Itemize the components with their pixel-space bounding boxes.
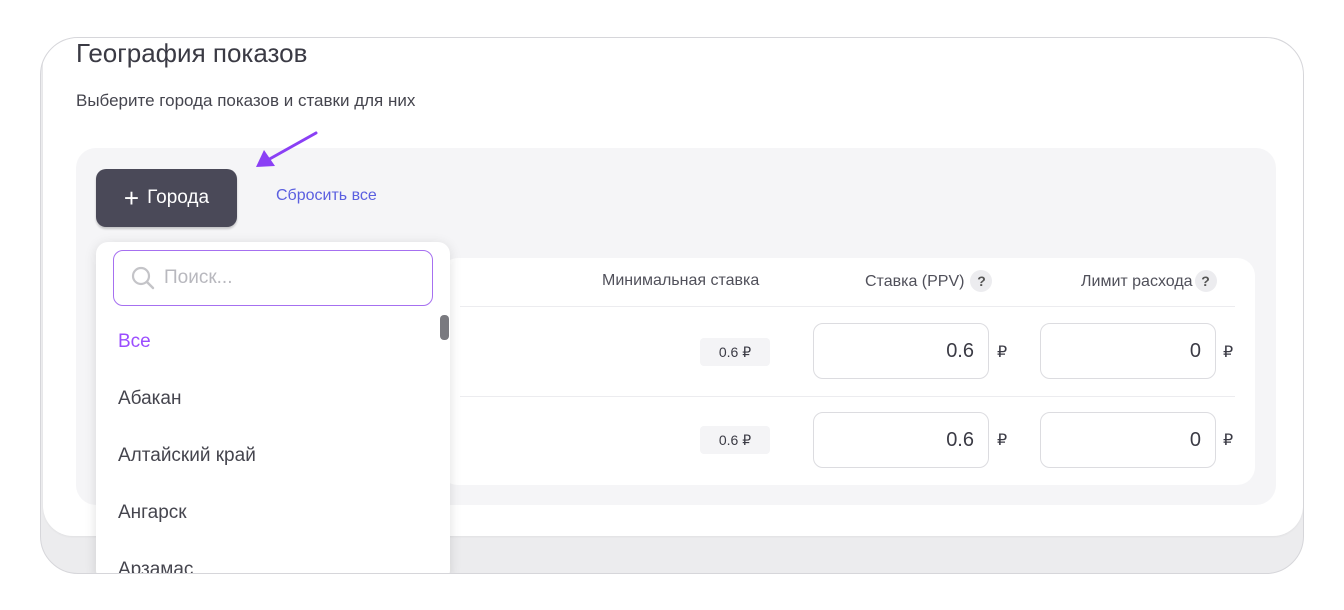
divider <box>460 306 1235 307</box>
column-limit-label: Лимит расхода <box>1081 273 1193 290</box>
limit-input[interactable]: 0 <box>1040 412 1216 468</box>
column-bid-label: Ставка (PPV) <box>865 273 965 290</box>
help-icon[interactable]: ? <box>1194 270 1217 292</box>
search-input[interactable]: Поиск... <box>113 250 433 306</box>
currency-label: ₽ <box>997 344 1008 361</box>
column-bid: Ставка (PPV)? <box>865 270 993 292</box>
column-min-bid: Минимальная ставка <box>602 272 760 289</box>
bid-input[interactable]: 0.6 <box>813 412 989 468</box>
column-limit: Лимит расхода? <box>1081 270 1217 292</box>
min-bid-value: 0.6 ₽ <box>700 338 770 366</box>
reset-all-link[interactable]: Сбросить все <box>276 187 377 205</box>
page-subtitle: Выберите города показов и ставки для них <box>76 91 416 110</box>
min-bid-value: 0.6 ₽ <box>700 426 770 454</box>
add-cities-button[interactable]: + Города <box>96 169 237 227</box>
arrow-annotation-icon <box>256 131 318 167</box>
page-title: География показов <box>76 38 308 68</box>
currency-label: ₽ <box>997 432 1008 449</box>
help-icon[interactable]: ? <box>970 270 993 292</box>
currency-label: ₽ <box>1223 432 1234 449</box>
search-placeholder: Поиск... <box>164 267 233 288</box>
limit-input[interactable]: 0 <box>1040 323 1216 379</box>
plus-icon: + <box>123 183 140 213</box>
currency-label: ₽ <box>1223 344 1234 361</box>
bid-input[interactable]: 0.6 <box>813 323 989 379</box>
add-cities-label: Города <box>147 187 210 208</box>
divider <box>460 396 1235 397</box>
search-icon <box>131 266 155 290</box>
